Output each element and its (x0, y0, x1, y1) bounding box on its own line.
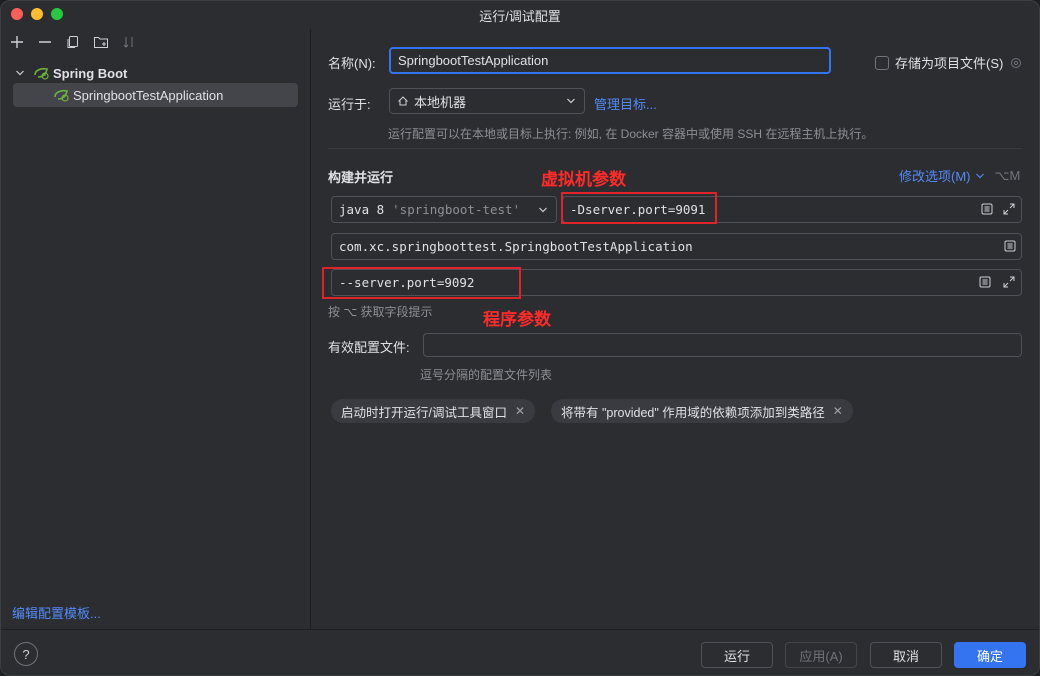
vm-options-annotation: 虚拟机参数 (541, 170, 626, 189)
browse-class-icon[interactable] (1003, 239, 1017, 253)
close-window-button[interactable] (11, 8, 23, 20)
option-chip-open-tool-window[interactable]: 启动时打开运行/调试工具窗口 ✕ (331, 399, 536, 423)
window-controls (11, 8, 63, 20)
cancel-button-label: 取消 (892, 648, 919, 664)
tree-toolbar (1, 29, 310, 55)
apply-button[interactable]: 应用(A) (785, 642, 857, 668)
apply-button-label: 应用(A) (799, 648, 843, 664)
vm-options-highlight (561, 192, 717, 224)
name-input-value: SpringbootTestApplication (398, 53, 549, 68)
active-profiles-input[interactable] (423, 333, 1022, 357)
run-button-label: 运行 (723, 648, 750, 664)
manage-targets-link[interactable]: 管理目标... (594, 94, 657, 113)
jdk-select[interactable]: java 8 'springboot-test' (331, 196, 557, 223)
chip-label: 将带有 "provided" 作用域的依赖项添加到类路径 (561, 405, 825, 420)
chevron-down-icon (567, 98, 575, 104)
run-on-value: 本地机器 (414, 94, 467, 110)
active-profiles-hint: 逗号分隔的配置文件列表 (420, 368, 553, 382)
close-icon[interactable]: ✕ (515, 404, 525, 418)
separator (328, 148, 1022, 149)
field-hint: 按 ⌥ 获取字段提示 (328, 305, 433, 319)
help-button[interactable]: ? (14, 642, 38, 666)
copy-icon[interactable] (65, 34, 81, 50)
tree-group-label: Spring Boot (53, 65, 128, 81)
jdk-value: java 8 (339, 202, 385, 217)
program-arguments-annotation: 程序参数 (483, 310, 551, 329)
run-on-label: 运行于: (328, 97, 371, 112)
chevron-down-icon (539, 207, 547, 212)
name-input[interactable]: SpringbootTestApplication (389, 47, 831, 74)
maximize-field-icon[interactable] (1002, 202, 1016, 216)
expand-text-icon[interactable] (978, 275, 992, 289)
config-form-panel: 名称(N): SpringbootTestApplication 存储为项目文件… (312, 29, 1039, 629)
expand-text-icon[interactable] (980, 202, 994, 216)
modify-options-dropdown[interactable]: 修改选项(M) ⌥M (899, 166, 1020, 185)
window-title: 运行/调试配置 (479, 8, 561, 24)
run-on-hint: 运行配置可以在本地或目标上执行: 例如, 在 Docker 容器中或使用 SSH… (388, 127, 874, 141)
tree-group-spring-boot[interactable]: Spring Boot (15, 61, 127, 85)
help-icon: ? (22, 646, 30, 662)
chip-label: 启动时打开运行/调试工具窗口 (341, 405, 507, 420)
add-icon[interactable] (9, 34, 25, 50)
maximize-field-icon[interactable] (1002, 275, 1016, 289)
option-chip-provided-scope[interactable]: 将带有 "provided" 作用域的依赖项添加到类路径 ✕ (551, 399, 853, 423)
home-icon (398, 96, 408, 106)
maximize-window-button[interactable] (51, 8, 63, 20)
close-icon[interactable]: ✕ (833, 404, 843, 418)
modify-options-shortcut: ⌥M (994, 167, 1021, 183)
spring-boot-icon (34, 67, 49, 80)
cancel-button[interactable]: 取消 (870, 642, 942, 668)
ok-button-label: 确定 (976, 648, 1003, 664)
title-bar: 运行/调试配置 (1, 1, 1039, 29)
run-debug-config-dialog: 运行/调试配置 Spring Boot SpringbootTestApplic… (0, 0, 1040, 676)
tree-item-springboot-test-application[interactable]: SpringbootTestApplication (13, 83, 298, 107)
run-on-select[interactable]: 本地机器 (389, 88, 585, 114)
new-folder-icon[interactable] (93, 34, 109, 50)
store-project-file-option[interactable]: 存储为项目文件(S) (875, 53, 1023, 72)
modify-options-label: 修改选项(M) (899, 169, 971, 184)
main-class-input[interactable]: com.xc.springboottest.SpringbootTestAppl… (331, 233, 1022, 260)
edit-config-templates-link[interactable]: 编辑配置模板... (12, 603, 101, 622)
sort-icon[interactable] (121, 34, 137, 50)
name-label: 名称(N): (328, 56, 376, 71)
build-run-section-title: 构建并运行 (328, 170, 394, 185)
store-project-file-checkbox[interactable] (875, 55, 889, 70)
spring-boot-run-config-icon (54, 89, 69, 102)
active-profiles-label: 有效配置文件: (328, 340, 410, 355)
main-class-value: com.xc.springboottest.SpringbootTestAppl… (339, 239, 693, 254)
chevron-down-icon[interactable] (15, 68, 25, 78)
store-project-file-label: 存储为项目文件(S) (895, 56, 1004, 71)
tree-item-label: SpringbootTestApplication (73, 87, 224, 103)
minimize-window-button[interactable] (31, 8, 43, 20)
remove-icon[interactable] (37, 34, 53, 50)
program-arguments-highlight (322, 267, 521, 299)
chevron-down-icon (975, 173, 984, 178)
run-button[interactable]: 运行 (701, 642, 773, 668)
jdk-module: 'springboot-test' (392, 202, 521, 217)
dialog-button-bar: ? 运行 应用(A) 取消 确定 (1, 629, 1039, 675)
config-tree-panel: Spring Boot SpringbootTestApplication 编辑… (1, 29, 311, 629)
ok-button[interactable]: 确定 (954, 642, 1026, 668)
gear-icon[interactable] (1009, 56, 1023, 70)
